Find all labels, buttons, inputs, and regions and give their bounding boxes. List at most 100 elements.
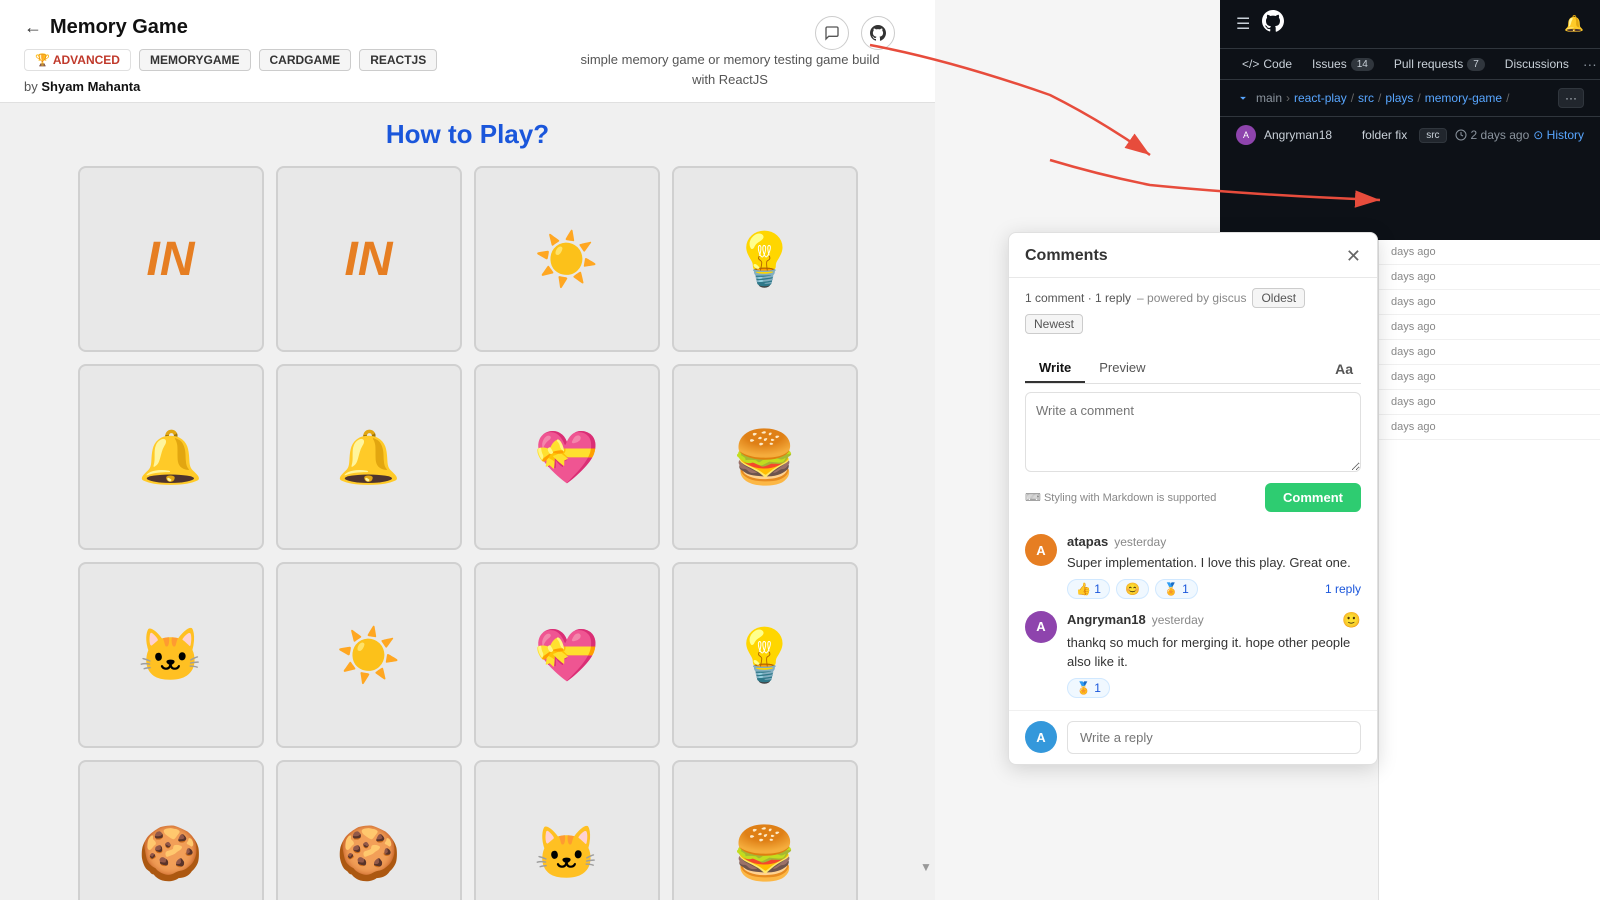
github-breadcrumb: main › react-play / src / plays / memory…	[1220, 80, 1600, 117]
tag-cardgame: CARDGAME	[259, 49, 352, 71]
write-reply-area: A	[1009, 710, 1377, 764]
card-8[interactable]: 🍔	[672, 364, 858, 550]
comments-header: Comments ✕	[1009, 233, 1377, 278]
breadcrumb-src[interactable]: src	[1358, 91, 1374, 105]
game-title: How to Play?	[24, 119, 911, 150]
issues-badge: 14	[1351, 58, 1374, 71]
page-header: ← Memory Game simple memory game or memo…	[0, 0, 935, 103]
comments-title: Comments	[1025, 247, 1108, 265]
comments-meta: 1 comment · 1 reply – powered by giscus …	[1009, 278, 1377, 344]
branch-label: main	[1256, 91, 1282, 105]
breadcrumb-repo[interactable]: react-play	[1294, 91, 1347, 105]
nav-pull-requests[interactable]: Pull requests 7	[1384, 49, 1495, 79]
card-13[interactable]: 🍪	[78, 760, 264, 900]
list-item: days ago	[1379, 290, 1600, 315]
commit-message: folder fix	[1362, 128, 1407, 142]
card-7[interactable]: 💝	[474, 364, 660, 550]
reply-avatar: A	[1025, 721, 1057, 753]
back-button[interactable]: ←	[24, 17, 42, 38]
powered-by: – powered by giscus	[1137, 291, 1246, 305]
card-6[interactable]: 🔔	[276, 364, 462, 550]
game-area: How to Play? IN IN ☀️ 💡 🔔 🔔 💝 🍔 🐱 ☀️ 💝 💡…	[0, 103, 935, 900]
comment-meta-1: atapas yesterday	[1067, 534, 1361, 549]
comment-time-2: yesterday	[1152, 613, 1204, 627]
reaction-medal-2[interactable]: 🏅 1	[1067, 678, 1110, 698]
comment-textarea[interactable]	[1025, 392, 1361, 472]
card-9[interactable]: 🐱	[78, 562, 264, 748]
card-5[interactable]: 🔔	[78, 364, 264, 550]
hamburger-menu[interactable]: ☰	[1236, 14, 1250, 34]
commit-avatar: A	[1236, 125, 1256, 145]
nav-code[interactable]: </> Code	[1232, 49, 1302, 79]
tab-write[interactable]: Write	[1025, 354, 1085, 383]
sort-oldest[interactable]: Oldest	[1252, 288, 1305, 308]
card-2[interactable]: IN	[276, 166, 462, 352]
header-icons	[815, 16, 895, 50]
commit-author: Angryman18	[1264, 128, 1354, 142]
comment-submit-btn[interactable]: Comment	[1265, 483, 1361, 512]
comment-item-2: A Angryman18 yesterday 🙂 thankq so much …	[1025, 611, 1361, 698]
font-size-toggle[interactable]: Aa	[1327, 355, 1361, 383]
card-1[interactable]: IN	[78, 166, 264, 352]
card-4[interactable]: 💡	[672, 166, 858, 352]
list-item: days ago	[1379, 415, 1600, 440]
reply-count-1[interactable]: 1 reply	[1325, 582, 1361, 596]
markdown-note: ⌨ Styling with Markdown is supported	[1025, 491, 1216, 504]
list-item: days ago	[1379, 340, 1600, 365]
comment-text-2: thankq so much for merging it. hope othe…	[1067, 633, 1361, 672]
write-area: Write Preview Aa ⌨ Styling with Markdown…	[1009, 344, 1377, 522]
commit-time: 2 days ago ⊙ History	[1455, 128, 1584, 142]
reaction-row-1: 👍 1 😊 🏅 1 1 reply	[1067, 579, 1361, 599]
tag-memorygame: MEMORYGAME	[139, 49, 251, 71]
comment-body-2: Angryman18 yesterday 🙂 thankq so much fo…	[1067, 611, 1361, 698]
write-tabs: Write Preview Aa	[1025, 354, 1361, 384]
list-item: days ago	[1379, 365, 1600, 390]
emoji-reaction-btn[interactable]: 🙂	[1342, 611, 1361, 629]
comment-count: 1 comment · 1 reply	[1025, 291, 1131, 305]
card-11[interactable]: 💝	[474, 562, 660, 748]
breadcrumb-more-btn[interactable]: ···	[1558, 88, 1584, 108]
reaction-thumbsup[interactable]: 👍 1	[1067, 579, 1110, 599]
tab-preview[interactable]: Preview	[1085, 354, 1159, 383]
comment-meta-2: Angryman18 yesterday 🙂	[1067, 611, 1361, 629]
sidebar-list: days ago days ago days ago days ago days…	[1378, 240, 1600, 900]
github-icon-btn[interactable]	[861, 16, 895, 50]
code-icon: </>	[1242, 57, 1259, 71]
list-item: days ago	[1379, 240, 1600, 265]
scroll-down-indicator[interactable]: ▼	[920, 860, 932, 874]
tag-advanced: 🏆 ADVANCED	[24, 49, 131, 71]
reaction-smile[interactable]: 😊	[1116, 579, 1149, 599]
comment-author-1: atapas	[1067, 534, 1108, 549]
github-panel: ☰ 🔔 </> Code Issues 14 Pull requests 7 D…	[1220, 0, 1600, 240]
breadcrumb-plays[interactable]: plays	[1385, 91, 1413, 105]
main-page: ← Memory Game simple memory game or memo…	[0, 0, 935, 900]
card-14[interactable]: 🍪	[276, 760, 462, 900]
close-button[interactable]: ✕	[1346, 247, 1361, 265]
notification-bell[interactable]: 🔔	[1564, 14, 1584, 34]
comment-time-1: yesterday	[1114, 535, 1166, 549]
card-3[interactable]: ☀️	[474, 166, 660, 352]
chat-icon-btn[interactable]	[815, 16, 849, 50]
github-nav: </> Code Issues 14 Pull requests 7 Discu…	[1220, 49, 1600, 80]
github-topbar: ☰ 🔔	[1220, 0, 1600, 49]
comment-text-1: Super implementation. I love this play. …	[1067, 553, 1361, 573]
nav-issues[interactable]: Issues 14	[1302, 49, 1384, 79]
card-grid: IN IN ☀️ 💡 🔔 🔔 💝 🍔 🐱 ☀️ 💝 💡 🍪 🍪 🐱 🍔	[78, 166, 858, 900]
sort-newest[interactable]: Newest	[1025, 314, 1083, 334]
card-10[interactable]: ☀️	[276, 562, 462, 748]
comment-footer: ⌨ Styling with Markdown is supported Com…	[1025, 483, 1361, 512]
reaction-medal[interactable]: 🏅 1	[1155, 579, 1198, 599]
card-12[interactable]: 💡	[672, 562, 858, 748]
reply-input[interactable]	[1067, 721, 1361, 754]
list-item: days ago	[1379, 390, 1600, 415]
nav-more[interactable]: ···	[1583, 56, 1597, 72]
history-link[interactable]: ⊙ History	[1533, 128, 1584, 142]
nav-discussions[interactable]: Discussions	[1495, 49, 1579, 79]
description: simple memory game or memory testing gam…	[580, 50, 880, 89]
breadcrumb-memory-game[interactable]: memory-game	[1425, 91, 1502, 105]
card-15[interactable]: 🐱	[474, 760, 660, 900]
card-16[interactable]: 🍔	[672, 760, 858, 900]
github-logo	[1262, 10, 1284, 38]
tag-reactjs: REACTJS	[359, 49, 437, 71]
github-file-row: A Angryman18 folder fix src 2 days ago ⊙…	[1220, 117, 1600, 153]
